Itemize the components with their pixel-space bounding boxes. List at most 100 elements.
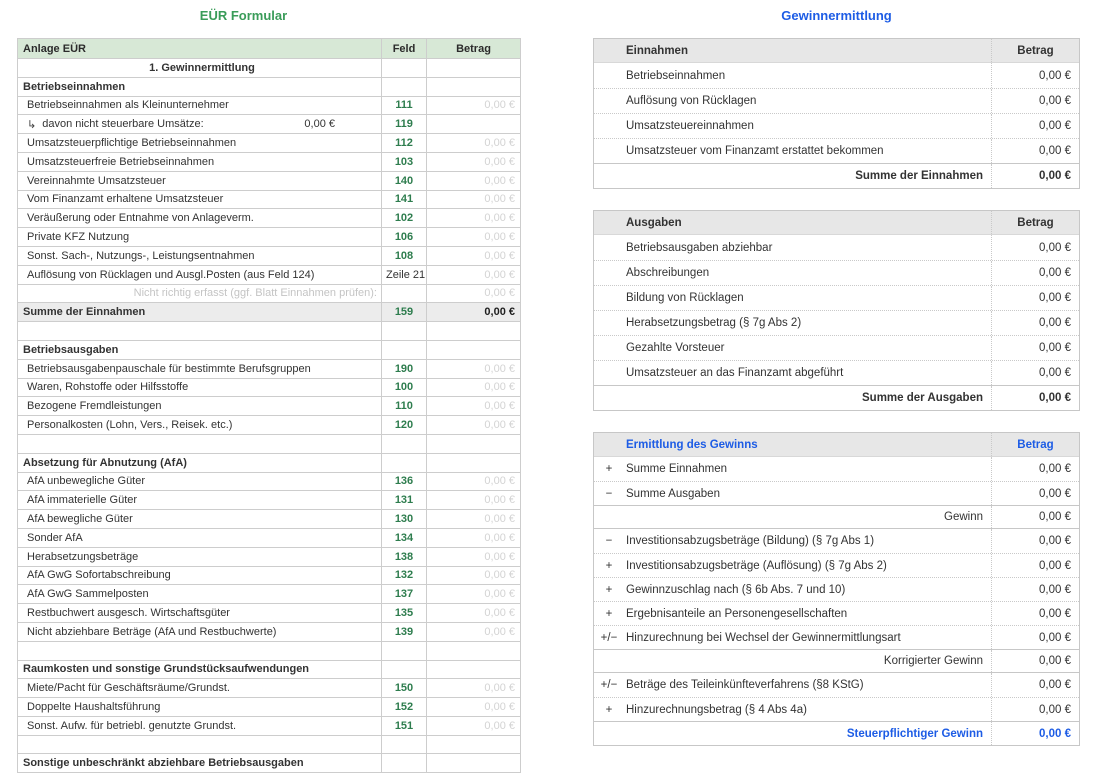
table-row: Auflösung von Rücklagen 0,00 €	[594, 88, 1079, 113]
spacer-cell	[382, 434, 427, 453]
row-value: 0,00 €	[991, 529, 1079, 553]
item-row: Sonst. Aufw. für betriebl. genutzte Grun…	[18, 716, 521, 735]
plus-sign: +	[594, 698, 624, 721]
betrag-cell	[427, 660, 521, 679]
note-row: Nicht richtig erfasst (ggf. Blatt Einnah…	[18, 284, 521, 303]
row-label: Umsatzsteuereinnahmen	[594, 114, 991, 138]
row-value: 0,00 €	[991, 698, 1079, 721]
row-label: Nicht abziehbare Beträge (AfA und Restbu…	[18, 622, 382, 641]
feld-code: 119	[382, 115, 427, 134]
betrag-cell[interactable]: 0,00 €	[427, 171, 521, 190]
inline-amount[interactable]: 0,00 €	[304, 118, 377, 130]
row-label: Beträge des Teileinkünfteverfahrens (§8 …	[624, 673, 991, 697]
feld-code: 130	[382, 510, 427, 529]
betrag-cell[interactable]: 0,00 €	[427, 547, 521, 566]
row-label: Private KFZ Nutzung	[18, 228, 382, 247]
item-row: Waren, Rohstoffe oder Hilfsstoffe 100 0,…	[18, 378, 521, 397]
subtitle-row: 1. Gewinnermittlung	[18, 59, 521, 78]
betrag-cell[interactable]: 0,00 €	[427, 96, 521, 115]
total-value: 0,00 €	[427, 303, 521, 322]
betrag-cell[interactable]: 0,00 €	[427, 679, 521, 698]
betrag-cell	[427, 453, 521, 472]
betrag-header-label: Betrag	[991, 211, 1079, 234]
betrag-cell[interactable]: 0,00 €	[427, 566, 521, 585]
feld-code: 100	[382, 378, 427, 397]
row-value: 0,00 €	[991, 311, 1079, 335]
sub-item-row: ↳ davon nicht steuerbare Umsätze: 0,00 €…	[18, 115, 521, 134]
betrag-cell[interactable]: 0,00 €	[427, 716, 521, 735]
row-label: Gezahlte Vorsteuer	[594, 336, 991, 360]
betrag-cell[interactable]: 0,00 €	[427, 209, 521, 228]
row-value: 0,00 €	[991, 602, 1079, 625]
feld-code: 138	[382, 547, 427, 566]
gewinnermittlung-title: Gewinnermittlung	[593, 8, 1080, 23]
betrag-cell[interactable]: 0,00 €	[427, 510, 521, 529]
betrag-cell[interactable]: 0,00 €	[427, 265, 521, 284]
row-label: AfA bewegliche Güter	[18, 510, 382, 529]
betrag-cell[interactable]: 0,00 €	[427, 472, 521, 491]
item-row: Sonst. Sach-, Nutzungs-, Leistungsentnah…	[18, 246, 521, 265]
betrag-cell[interactable]: 0,00 €	[427, 622, 521, 641]
plus-sign: +	[594, 457, 624, 481]
betrag-cell[interactable]: 0,00 €	[427, 397, 521, 416]
feld-cell	[382, 77, 427, 96]
item-row: AfA unbewegliche Güter 136 0,00 €	[18, 472, 521, 491]
betrag-cell[interactable]: 0,00 €	[427, 604, 521, 623]
item-row: Personalkosten (Lohn, Vers., Reisek. etc…	[18, 416, 521, 435]
feld-code: 140	[382, 171, 427, 190]
table-row: + Ergebnisanteile an Personengesellschaf…	[594, 601, 1079, 625]
betrag-cell[interactable]: 0,00 €	[427, 378, 521, 397]
betrag-cell[interactable]: 0,00 €	[427, 152, 521, 171]
item-row: Betriebseinnahmen als Kleinunternehmer 1…	[18, 96, 521, 115]
row-label: AfA GwG Sofortabschreibung	[18, 566, 382, 585]
betrag-cell[interactable]: 0,00 €	[427, 134, 521, 153]
spacer-row	[18, 641, 521, 660]
section-row: Betriebsausgaben	[18, 340, 521, 359]
feld-cell	[382, 754, 427, 773]
row-label: Sonst. Sach-, Nutzungs-, Leistungsentnah…	[18, 246, 382, 265]
spacer-cell	[18, 641, 382, 660]
row-value: 0,00 €	[991, 139, 1079, 163]
feld-code: 135	[382, 604, 427, 623]
betrag-cell[interactable]: 0,00 €	[427, 585, 521, 604]
total-row-steuerpflichtiger-gewinn: Steuerpflichtiger Gewinn 0,00 €	[594, 721, 1079, 745]
plus-sign: +	[594, 578, 624, 601]
table-row: − Summe Ausgaben 0,00 €	[594, 481, 1079, 505]
note-label: Nicht richtig erfasst (ggf. Blatt Einnah…	[18, 284, 382, 303]
row-label: Vom Finanzamt erhaltene Umsatzsteuer	[18, 190, 382, 209]
row-value: 0,00 €	[991, 626, 1079, 649]
betrag-cell: 0,00 €	[427, 284, 521, 303]
einnahmen-header-label: Einnahmen	[594, 39, 991, 62]
spacer-row	[18, 434, 521, 453]
item-row: Herabsetzungsbeträge 138 0,00 €	[18, 547, 521, 566]
row-label: Betriebseinnahmen	[594, 63, 991, 88]
feld-code: Zeile 21	[382, 265, 427, 284]
item-row: Nicht abziehbare Beträge (AfA und Restbu…	[18, 622, 521, 641]
row-label: Bildung von Rücklagen	[594, 286, 991, 310]
spacer-cell	[427, 434, 521, 453]
betrag-cell[interactable]: 0,00 €	[427, 228, 521, 247]
betrag-cell[interactable]: 0,00 €	[427, 190, 521, 209]
row-value: 0,00 €	[991, 89, 1079, 113]
betrag-cell[interactable]: 0,00 €	[427, 698, 521, 717]
eur-formular-title: EÜR Formular	[0, 8, 487, 23]
betrag-cell[interactable]: 0,00 €	[427, 246, 521, 265]
table-row: + Gewinnzuschlag nach (§ 6b Abs. 7 und 1…	[594, 577, 1079, 601]
betrag-cell[interactable]: 0,00 €	[427, 359, 521, 378]
section-label: Absetzung für Abnutzung (AfA)	[18, 453, 382, 472]
betrag-cell[interactable]: 0,00 €	[427, 528, 521, 547]
item-row: Sonder AfA 134 0,00 €	[18, 528, 521, 547]
feld-cell	[382, 660, 427, 679]
row-label: Doppelte Haushaltsführung	[18, 698, 382, 717]
subtotal-label: Gewinn	[594, 506, 991, 528]
total-label: Summe der Ausgaben	[594, 386, 991, 410]
ausgaben-table: Ausgaben Betrag Betriebsausgaben abziehb…	[593, 210, 1080, 411]
plus-minus-sign: +/−	[594, 673, 624, 697]
section-label: Raumkosten und sonstige Grundstücksaufwe…	[18, 660, 382, 679]
betrag-cell[interactable]: 0,00 €	[427, 416, 521, 435]
table-row: + Summe Einnahmen 0,00 €	[594, 457, 1079, 481]
row-label: Betriebsausgaben abziehbar	[594, 235, 991, 260]
spacer-cell	[427, 641, 521, 660]
column-header-feld: Feld	[382, 39, 427, 59]
betrag-cell[interactable]: 0,00 €	[427, 491, 521, 510]
